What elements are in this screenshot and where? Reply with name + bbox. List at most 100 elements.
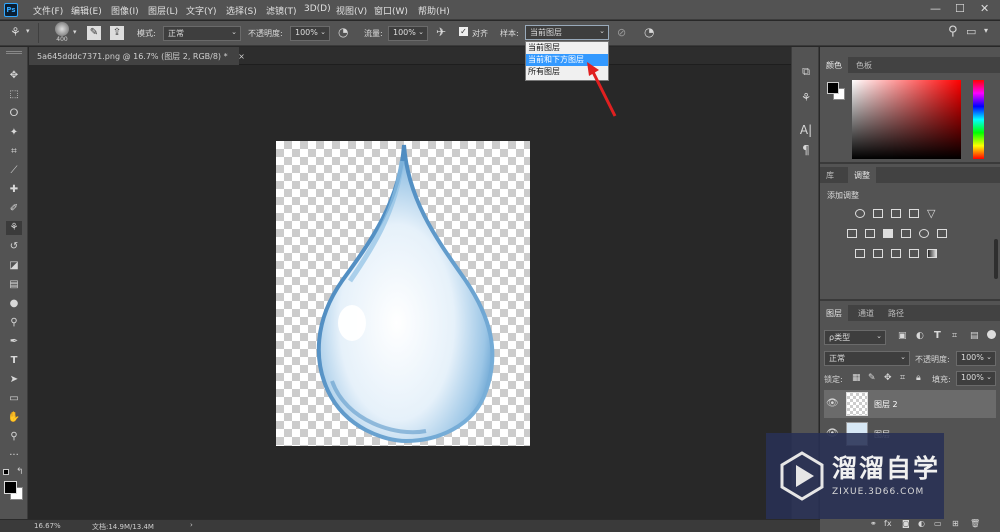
clone-source-icon[interactable]: ⇪ xyxy=(110,26,124,40)
link-layers-icon[interactable]: ⚭ xyxy=(870,519,877,528)
maximize-button[interactable]: ☐ xyxy=(955,2,965,15)
history-panel-icon[interactable]: ⧉ xyxy=(798,65,814,79)
menu-file[interactable]: 文件(F) xyxy=(33,4,63,17)
layer-mask-icon[interactable]: ◙ xyxy=(902,519,910,528)
menu-layer[interactable]: 图层(L) xyxy=(148,4,178,17)
search-icon[interactable]: ⚲ xyxy=(948,24,958,39)
lock-artboard-icon[interactable]: ⌗ xyxy=(900,373,905,383)
history-brush-tool-icon[interactable]: ↺ xyxy=(6,240,22,254)
mode-select[interactable]: 正常 ⌄ xyxy=(163,26,241,41)
new-layer-icon[interactable]: ⊞ xyxy=(952,519,959,528)
menu-3d[interactable]: 3D(D) xyxy=(304,4,331,14)
menu-select[interactable]: 选择(S) xyxy=(226,4,257,17)
minimize-button[interactable]: — xyxy=(930,2,941,15)
chevron-down-icon[interactable]: ▾ xyxy=(73,28,77,36)
lasso-tool-icon[interactable]: ⵔ xyxy=(6,107,22,121)
filter-type-icon[interactable]: T xyxy=(934,330,941,341)
chevron-down-icon[interactable]: ▾ xyxy=(984,26,988,35)
color-balance-icon[interactable] xyxy=(865,229,875,238)
pressure-size-icon[interactable]: ◔ xyxy=(644,25,654,39)
more-tools-icon[interactable]: ··· xyxy=(6,449,22,463)
sample-select[interactable]: 当前图层 ⌄ xyxy=(525,25,609,40)
black-white-icon[interactable] xyxy=(883,229,893,238)
filter-smart-icon[interactable]: ▤ xyxy=(970,331,979,341)
channel-mixer-icon[interactable] xyxy=(919,229,929,238)
filter-shape-icon[interactable]: ⌗ xyxy=(952,331,957,341)
exposure-icon[interactable] xyxy=(909,209,919,218)
document-canvas[interactable] xyxy=(276,141,530,446)
new-group-icon[interactable]: ▭ xyxy=(934,519,942,528)
posterize-icon[interactable] xyxy=(873,249,883,258)
close-button[interactable]: ✕ xyxy=(980,2,989,15)
eyedropper-tool-icon[interactable]: ⟋ xyxy=(6,164,22,178)
brush-preset-icon[interactable] xyxy=(55,22,69,36)
fill-input[interactable]: 100% ⌄ xyxy=(956,371,996,386)
flow-input[interactable]: 100% ⌄ xyxy=(388,26,428,41)
lock-pixels-icon[interactable]: ✎ xyxy=(868,373,876,383)
quick-select-tool-icon[interactable]: ✦ xyxy=(6,126,22,140)
layer-row[interactable]: 👁︎ 图层 2 xyxy=(824,390,996,418)
align-checkbox[interactable]: ✓ xyxy=(459,27,468,36)
tab-swatches[interactable]: 色板 xyxy=(850,57,878,74)
menu-help[interactable]: 帮助(H) xyxy=(418,4,450,17)
clone-source-panel-icon[interactable]: ⚘ xyxy=(798,91,814,104)
pen-tool-icon[interactable]: ✒ xyxy=(6,335,22,349)
menu-filter[interactable]: 滤镜(T) xyxy=(266,4,297,17)
path-select-tool-icon[interactable]: ➤ xyxy=(6,373,22,387)
paragraph-panel-icon[interactable]: ¶ xyxy=(798,143,814,157)
ignore-adjustment-icon[interactable]: ⊘ xyxy=(617,26,626,39)
brush-tool-icon[interactable]: ✐ xyxy=(6,202,22,216)
zoom-tool-icon[interactable]: ⚲ xyxy=(6,430,22,444)
layer-filter-select[interactable]: ρ类型 ⌄ xyxy=(824,330,886,345)
healing-brush-tool-icon[interactable]: ✚ xyxy=(6,183,22,197)
rectangle-tool-icon[interactable]: ▭ xyxy=(6,392,22,406)
chevron-down-icon[interactable]: ▾ xyxy=(26,27,30,35)
selective-color-icon[interactable] xyxy=(909,249,919,258)
eraser-tool-icon[interactable]: ◪ xyxy=(6,259,22,273)
color-lookup-icon[interactable] xyxy=(937,229,947,238)
blur-tool-icon[interactable]: ● xyxy=(6,297,22,311)
invert-icon[interactable] xyxy=(855,249,865,258)
dropdown-item-current-layer[interactable]: 当前图层 xyxy=(526,42,608,54)
pressure-opacity-icon[interactable]: ◔ xyxy=(338,25,348,39)
default-colors-icon[interactable] xyxy=(3,469,9,475)
airbrush-icon[interactable]: ✈ xyxy=(436,25,446,39)
fx-icon[interactable]: fx xyxy=(884,519,892,528)
levels-icon[interactable] xyxy=(873,209,883,218)
tab-paths[interactable]: 路径 xyxy=(882,305,910,322)
tab-libraries[interactable]: 库 xyxy=(820,167,840,184)
color-field[interactable] xyxy=(852,80,961,159)
menu-edit[interactable]: 编辑(E) xyxy=(71,4,102,17)
curves-icon[interactable] xyxy=(891,209,901,218)
vibrance-icon[interactable]: ▽ xyxy=(927,207,935,220)
adjust-scrollbar[interactable] xyxy=(994,239,998,279)
dodge-tool-icon[interactable]: ⚲ xyxy=(6,316,22,330)
lock-transparency-icon[interactable]: ▦ xyxy=(852,373,861,383)
workspace-icon[interactable]: ▭ xyxy=(966,25,976,38)
clone-stamp-tool-icon[interactable]: ⚘ xyxy=(10,25,21,39)
status-menu-arrow[interactable]: › xyxy=(190,521,193,529)
hue-saturation-icon[interactable] xyxy=(847,229,857,238)
lock-position-icon[interactable]: ✥ xyxy=(884,373,892,383)
gradient-tool-icon[interactable]: ▤ xyxy=(6,278,22,292)
new-adjustment-icon[interactable]: ◐ xyxy=(918,519,925,528)
menu-view[interactable]: 视图(V) xyxy=(336,4,367,17)
clone-stamp-tool-icon[interactable]: ⚘ xyxy=(6,221,22,235)
filter-adjustment-icon[interactable]: ◐ xyxy=(916,331,924,341)
tab-channels[interactable]: 通道 xyxy=(852,305,880,322)
eye-icon[interactable]: 👁︎ xyxy=(826,398,839,409)
filter-pixel-icon[interactable]: ▣ xyxy=(898,331,907,341)
tab-color[interactable]: 颜色 xyxy=(820,57,848,74)
tab-close-icon[interactable]: × xyxy=(238,52,245,61)
marquee-tool-icon[interactable]: ⬚ xyxy=(6,88,22,102)
zoom-level[interactable]: 16.67% xyxy=(34,522,61,530)
document-tab[interactable]: 5a645dddc7371.png @ 16.7% (图层 2, RGB/8) … xyxy=(29,47,245,65)
brightness-icon[interactable] xyxy=(855,209,865,218)
crop-tool-icon[interactable]: ⌗ xyxy=(6,145,22,159)
tab-adjustments[interactable]: 调整 xyxy=(848,167,876,184)
hand-tool-icon[interactable]: ✋ xyxy=(6,411,22,425)
opacity-input[interactable]: 100% ⌄ xyxy=(290,26,330,41)
threshold-icon[interactable] xyxy=(891,249,901,258)
foreground-color-swatch[interactable] xyxy=(827,82,839,94)
brush-settings-icon[interactable]: ✎ xyxy=(87,26,101,40)
